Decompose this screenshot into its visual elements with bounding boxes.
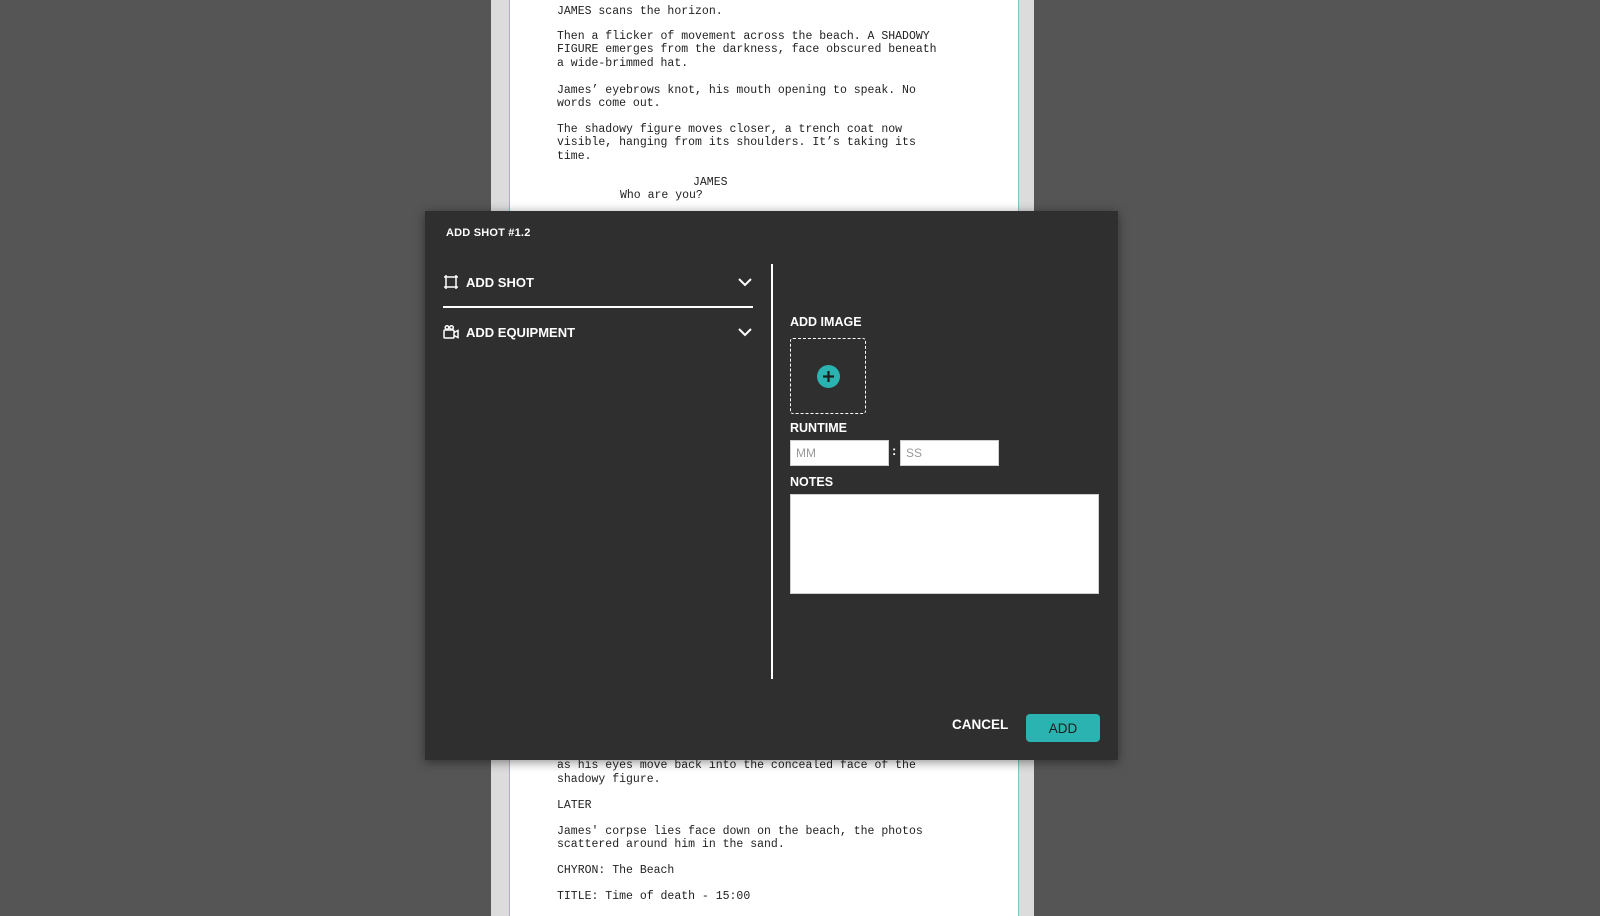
script-line: time. — [557, 150, 592, 163]
script-line: TITLE: Time of death - 15:00 — [557, 890, 751, 903]
script-line: Then a flicker of movement across the be… — [557, 30, 930, 43]
frame-icon — [443, 274, 459, 290]
chevron-down-icon — [737, 324, 753, 340]
script-line: scattered around him in the sand. — [557, 838, 785, 851]
script-line: words come out. — [557, 97, 661, 110]
runtime-minutes-input[interactable] — [790, 440, 889, 466]
dialog-title: ADD SHOT #1.2 — [446, 227, 531, 239]
chevron-down-icon — [737, 274, 753, 290]
script-dialogue: Who are you? — [620, 189, 703, 202]
script-line: as his eyes move back into the concealed… — [557, 759, 916, 772]
add-equipment-section-label: ADD EQUIPMENT — [466, 324, 576, 340]
notes-textarea[interactable] — [790, 494, 1099, 594]
script-line: The shadowy figure moves closer, a trenc… — [557, 123, 903, 136]
section-divider — [443, 306, 753, 308]
script-line: FIGURE emerges from the darkness, face o… — [557, 43, 937, 56]
add-shot-section-label: ADD SHOT — [466, 274, 534, 290]
add-shot-section-toggle[interactable]: ADD SHOT — [443, 267, 753, 297]
script-line: James’ eyebrows knot, his mouth opening … — [557, 84, 916, 97]
column-divider — [771, 264, 773, 679]
notes-label: NOTES — [790, 475, 834, 489]
script-line: JAMES scans the horizon. — [557, 5, 723, 18]
script-line: visible, hanging from its shoulders. It’… — [557, 136, 916, 149]
add-equipment-section-toggle[interactable]: ADD EQUIPMENT — [443, 317, 753, 347]
runtime-separator: : — [892, 443, 897, 458]
add-shot-dialog: ADD SHOT #1.2 ADD SHOT ADD EQUIPMENT ADD… — [425, 211, 1118, 760]
script-line: CHYRON: The Beach — [557, 864, 675, 877]
camera-icon — [443, 324, 459, 340]
add-image-dropzone[interactable] — [790, 338, 866, 414]
cancel-button[interactable]: CANCEL — [952, 714, 1008, 734]
script-character: JAMES — [693, 176, 728, 189]
runtime-seconds-input[interactable] — [900, 440, 999, 466]
script-line: LATER — [557, 799, 592, 812]
runtime-label: RUNTIME — [790, 421, 847, 435]
script-line: James' corpse lies face down on the beac… — [557, 825, 923, 838]
add-button[interactable]: ADD — [1026, 714, 1100, 742]
script-line: a wide-brimmed hat. — [557, 57, 689, 70]
script-line: shadowy figure. — [557, 773, 661, 786]
plus-icon — [816, 364, 840, 388]
add-image-label: ADD IMAGE — [790, 315, 862, 329]
